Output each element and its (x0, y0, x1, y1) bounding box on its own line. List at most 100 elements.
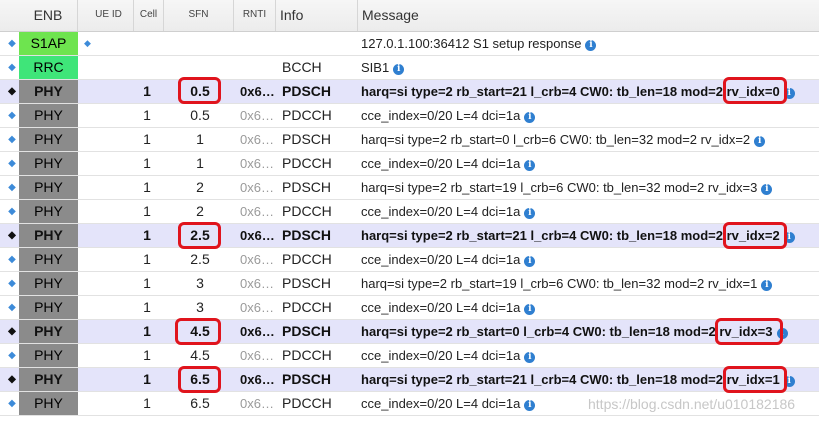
table-row[interactable]: ◆ PHY 1 0.5 0x6… PDCCH cce_index=0/20 L=4 dci=… (0, 104, 819, 128)
info-icon[interactable]: i (783, 232, 795, 243)
message-cell: cce_index=0/20 L=4 dci=1a i (361, 152, 811, 175)
cell-value: 1 (143, 323, 151, 339)
table-row[interactable]: ◆ S1AP ◆ 127.0.1.100:36412 S1 setup respons… (0, 32, 819, 56)
row-expand-icon[interactable]: ◆ (7, 344, 17, 367)
cell-value: 1 (143, 203, 151, 219)
row-expand-icon[interactable]: ◆ (7, 104, 17, 127)
sfn-value: 3 (196, 275, 204, 291)
table-row[interactable]: ◆ PHY 1 6.5 0x6… PDSCH harq=si type=2 rb_start… (0, 368, 819, 392)
info-icon[interactable]: i (524, 400, 536, 411)
info-value: PDSCH (282, 323, 332, 339)
table-row[interactable]: ◆ PHY 1 1 0x6… PDCCH cce_index=0/20 L=4 dci=1a… (0, 152, 819, 176)
message-cell: cce_index=0/20 L=4 dci=1a i (361, 248, 811, 271)
row-expand-icon[interactable]: ◆ (7, 200, 17, 223)
info-icon[interactable]: i (754, 136, 766, 147)
watermark: https://blog.csdn.net/u010182186 (588, 396, 796, 412)
sfn-value (180, 32, 220, 55)
cell-value: 1 (143, 299, 151, 315)
rnti-value: 0x6… (240, 324, 275, 339)
message-cell: harq=si type=2 rb_start=19 l_crb=6 CW0: … (361, 272, 811, 295)
message-cell: 127.0.1.100:36412 S1 setup response i (361, 32, 811, 55)
ue-link-icon[interactable]: ◆ (84, 39, 91, 48)
info-icon[interactable]: i (393, 64, 405, 75)
column-header-enb[interactable]: ENB (19, 0, 78, 31)
table-row[interactable]: ◆ PHY 1 2.5 0x6… PDCCH cce_index=0/20 L=4 dci=… (0, 248, 819, 272)
rnti-value: 0x6… (240, 204, 274, 219)
message-text: 127.0.1.100:36412 S1 setup response (361, 36, 582, 51)
table-row[interactable]: ◆ PHY 1 1 0x6… PDSCH harq=si type=2 rb_start=0… (0, 128, 819, 152)
column-header-rnti[interactable]: RNTI (234, 0, 276, 31)
row-expand-icon[interactable]: ◆ (7, 248, 17, 271)
row-expand-icon[interactable]: ◆ (7, 320, 17, 343)
row-expand-icon[interactable]: ◆ (7, 152, 17, 175)
message-text: harq=si type=2 rb_start=0 l_crb=4 CW0: t… (361, 324, 773, 339)
table-row[interactable]: ◆ PHY 1 2.5 0x6… PDSCH harq=si type=2 rb_start… (0, 224, 819, 248)
row-expand-icon[interactable]: ◆ (7, 32, 17, 55)
layer-badge: S1AP (19, 32, 78, 55)
info-value: PDCCH (282, 299, 332, 315)
message-cell: cce_index=0/20 L=4 dci=1a i (361, 104, 811, 127)
info-icon[interactable]: i (524, 112, 536, 123)
row-expand-icon[interactable]: ◆ (7, 296, 17, 319)
info-icon[interactable]: i (524, 160, 536, 171)
table-row[interactable]: ◆ PHY 1 2 0x6… PDCCH cce_index=0/20 L=4 dci=1a… (0, 200, 819, 224)
table-row[interactable]: ◆ RRC BCCH SIB1 i (0, 56, 819, 80)
column-header-ue-id[interactable]: UE ID (84, 0, 134, 31)
info-value: PDCCH (282, 203, 332, 219)
message-cell: cce_index=0/20 L=4 dci=1a i (361, 296, 811, 319)
row-expand-icon[interactable]: ◆ (7, 80, 17, 103)
info-value: PDCCH (282, 107, 332, 123)
info-icon[interactable]: i (524, 208, 536, 219)
message-cell: harq=si type=2 rb_start=21 l_crb=4 CW0: … (361, 80, 811, 103)
column-header-info[interactable]: Info (276, 0, 358, 31)
message-text: cce_index=0/20 L=4 dci=1a (361, 252, 521, 267)
layer-badge: PHY (19, 272, 78, 295)
table-body: ◆ S1AP ◆ 127.0.1.100:36412 S1 setup respons… (0, 32, 819, 416)
info-value: PDCCH (282, 251, 332, 267)
message-text: harq=si type=2 rb_start=0 l_crb=6 CW0: t… (361, 132, 751, 147)
row-expand-icon[interactable]: ◆ (7, 56, 17, 79)
table-row[interactable]: ◆ PHY 1 4.5 0x6… PDSCH harq=si type=2 rb_start… (0, 320, 819, 344)
info-value: PDCCH (282, 155, 332, 171)
table-row[interactable]: ◆ PHY 1 2 0x6… PDSCH harq=si type=2 rb_start=1… (0, 176, 819, 200)
info-icon[interactable]: i (524, 256, 536, 267)
info-icon[interactable]: i (761, 280, 773, 291)
table-row[interactable]: ◆ PHY 1 3 0x6… PDSCH harq=si type=2 rb_start=1… (0, 272, 819, 296)
row-expand-icon[interactable]: ◆ (7, 272, 17, 295)
cell-value: 1 (143, 227, 151, 243)
row-expand-icon[interactable]: ◆ (7, 392, 17, 415)
info-icon[interactable]: i (585, 40, 597, 51)
sfn-value: 2 (196, 179, 204, 195)
info-icon[interactable]: i (783, 88, 795, 99)
sfn-value: 6.5 (190, 395, 210, 411)
cell-value: 1 (143, 371, 151, 387)
info-icon[interactable]: i (524, 304, 536, 315)
layer-badge: RRC (19, 56, 78, 79)
row-expand-icon[interactable]: ◆ (7, 176, 17, 199)
row-expand-icon[interactable]: ◆ (7, 224, 17, 247)
rnti-value: 0x6… (240, 108, 274, 123)
rnti-value: 0x6… (240, 252, 274, 267)
info-icon[interactable]: i (783, 376, 795, 387)
column-header-cell[interactable]: Cell (134, 0, 164, 31)
row-expand-icon[interactable]: ◆ (7, 368, 17, 391)
layer-badge: PHY (19, 128, 78, 151)
message-text: cce_index=0/20 L=4 dci=1a (361, 300, 521, 315)
table-row[interactable]: ◆ PHY 1 4.5 0x6… PDCCH cce_index=0/20 L=4 dci=… (0, 344, 819, 368)
row-expand-icon[interactable]: ◆ (7, 128, 17, 151)
info-value: PDSCH (282, 131, 332, 147)
table-row[interactable]: ◆ PHY 1 0.5 0x6… PDSCH harq=si type=2 rb_start… (0, 80, 819, 104)
info-value: PDSCH (282, 227, 332, 243)
message-text: SIB1 (361, 60, 390, 75)
cell-value: 1 (143, 83, 151, 99)
info-icon[interactable]: i (761, 184, 773, 195)
info-icon[interactable]: i (776, 328, 788, 339)
column-header-sfn[interactable]: SFN (164, 0, 234, 31)
rnti-value: 0x6… (240, 348, 274, 363)
column-header-message[interactable]: Message (358, 0, 804, 31)
table-row[interactable]: ◆ PHY 1 3 0x6… PDCCH cce_index=0/20 L=4 dci=1a… (0, 296, 819, 320)
rnti-value: 0x6… (240, 84, 275, 99)
message-text: cce_index=0/20 L=4 dci=1a (361, 204, 521, 219)
info-icon[interactable]: i (524, 352, 536, 363)
sfn-value: 2.5 (190, 251, 210, 267)
